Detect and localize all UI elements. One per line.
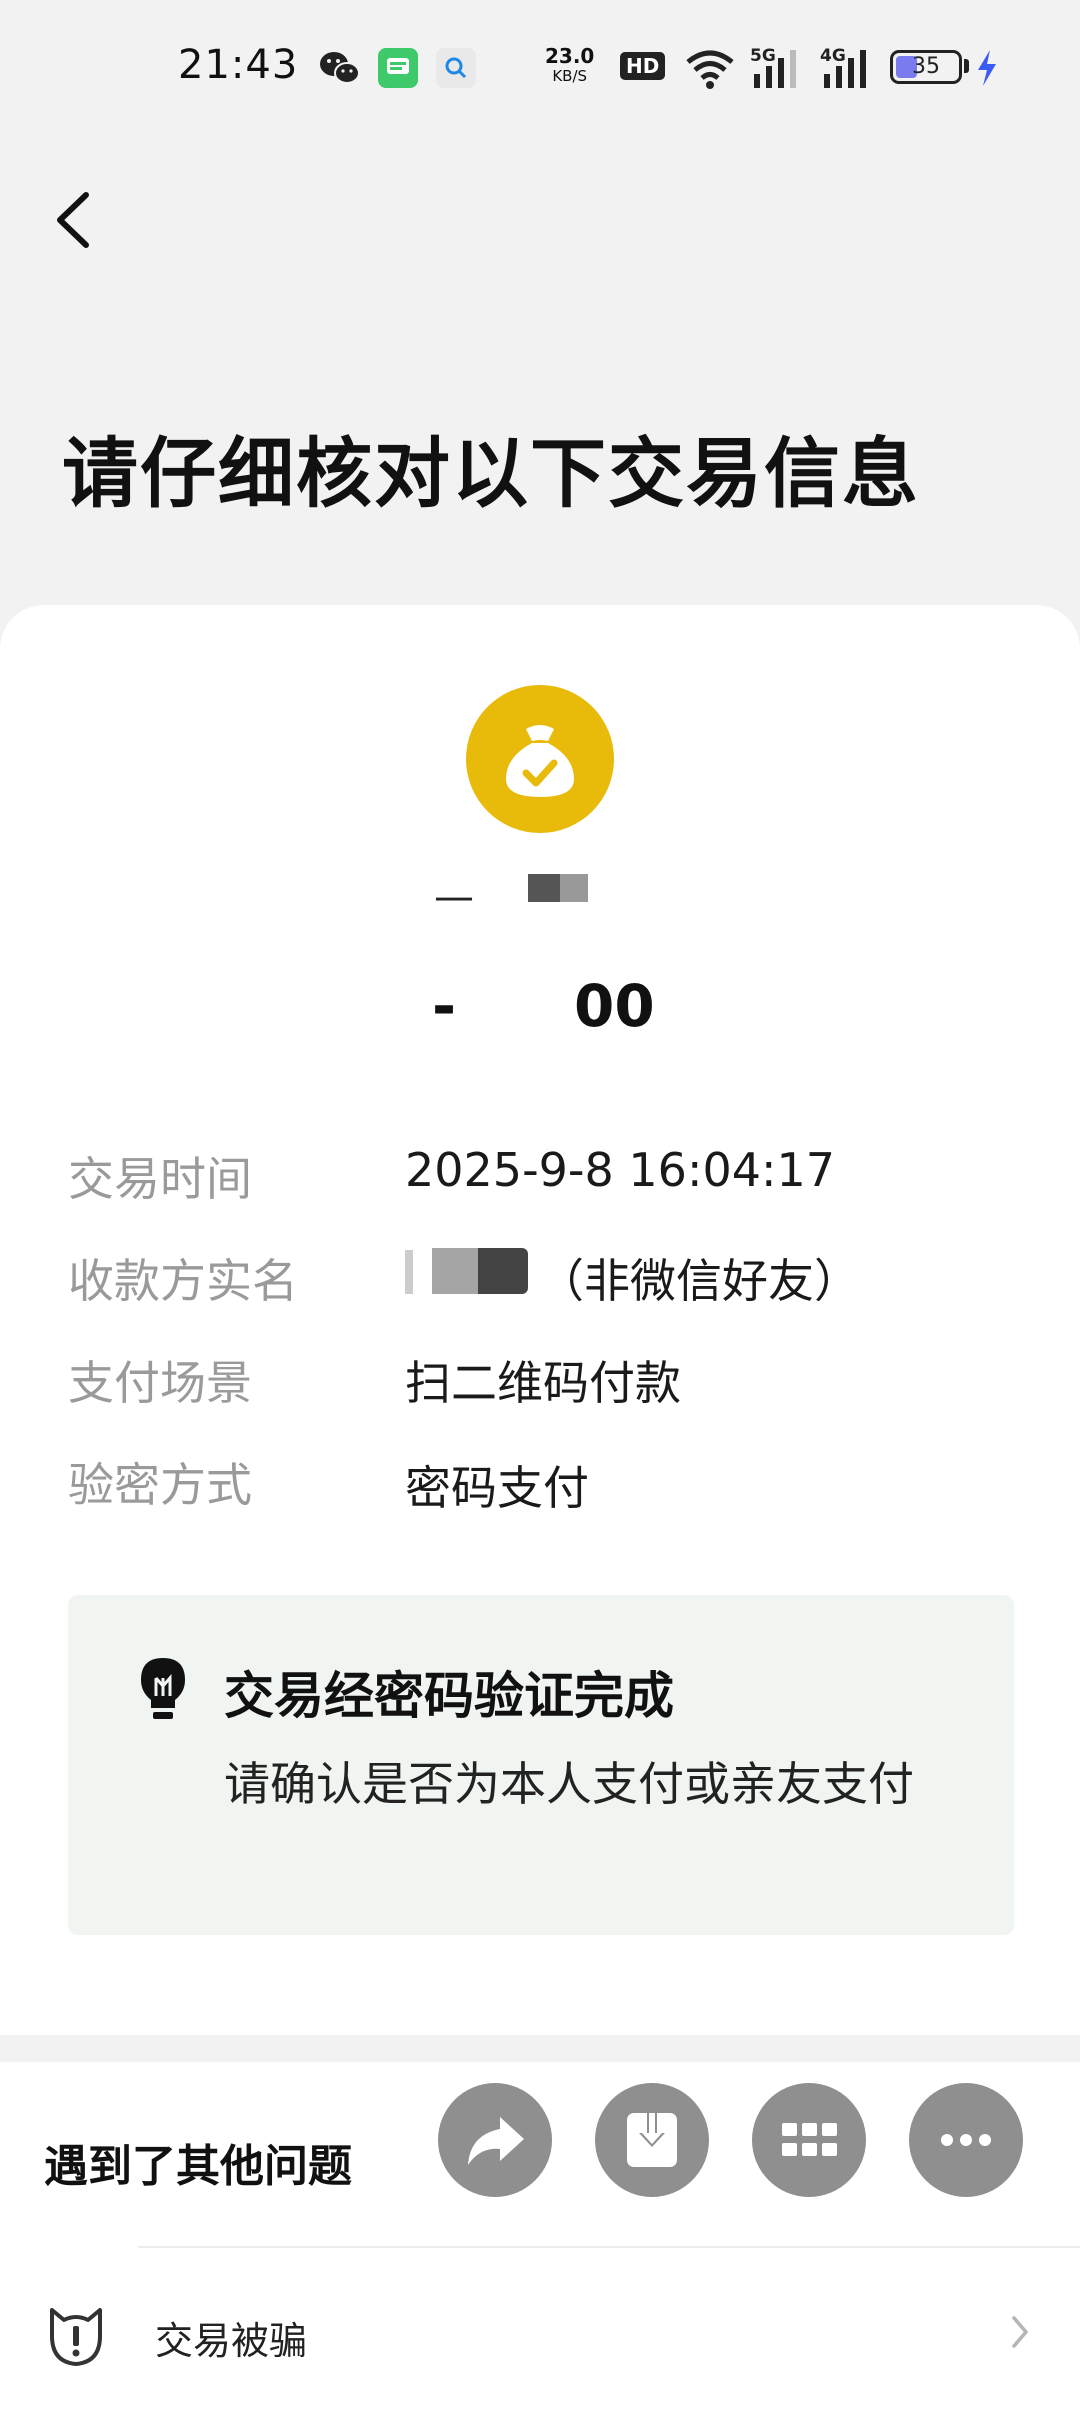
hd-badge: HD <box>620 52 666 80</box>
help-sheet-title: 遇到了其他问题 <box>44 2141 352 2192</box>
money-bag-icon <box>466 685 614 833</box>
page-title: 请仔细核对以下交易信息 <box>62 429 920 518</box>
alert-shield-icon <box>50 2308 102 2366</box>
info-label-scene: 支付场景 <box>68 1356 252 1410</box>
signal-5g-icon: 5G <box>750 46 804 90</box>
info-label-time: 交易时间 <box>68 1152 252 1206</box>
redacted-name <box>405 1250 413 1294</box>
wechat-icon <box>320 52 360 84</box>
chevron-left-icon <box>57 192 89 248</box>
back-button[interactable] <box>48 185 108 255</box>
divider <box>138 2246 1080 2248</box>
info-value-time: 2025-9-8 16:04:17 <box>405 1143 836 1197</box>
notice-text: 请确认是否为本人支付或亲友支付 <box>224 1757 914 1811</box>
apps-grid-icon <box>782 2123 837 2156</box>
redacted-name-block <box>432 1248 478 1294</box>
more-button[interactable] <box>909 2083 1023 2197</box>
share-button[interactable] <box>438 2083 552 2197</box>
battery-icon: 35 <box>890 50 962 84</box>
info-value-verify: 密码支付 <box>405 1461 589 1515</box>
lightbulb-icon <box>141 1658 185 1719</box>
payee-name: — <box>430 862 670 922</box>
wifi-icon <box>686 50 734 89</box>
messages-icon <box>378 48 418 88</box>
signal-4g-icon: 4G <box>820 46 874 90</box>
more-icon <box>941 2134 991 2146</box>
fraud-report-label: 交易被骗 <box>155 2319 308 2363</box>
battery-level: 35 <box>912 54 940 79</box>
battery-tip <box>964 59 969 73</box>
chevron-right-icon <box>1012 2316 1028 2348</box>
apps-grid-button[interactable] <box>752 2083 866 2197</box>
info-label-payee: 收款方实名 <box>68 1254 298 1308</box>
search-app-icon <box>436 48 476 88</box>
download-icon <box>627 2109 677 2167</box>
info-value-payee-note: （非微信好友） <box>538 1254 860 1308</box>
download-button[interactable] <box>595 2083 709 2197</box>
redacted-name-block-dark <box>478 1248 528 1294</box>
charging-icon <box>978 50 996 86</box>
status-time: 21:43 <box>178 42 299 88</box>
info-value-scene: 扫二维码付款 <box>405 1356 681 1410</box>
share-icon <box>468 2117 524 2165</box>
status-bar: 21:43 23.0 KB/S HD 5G 4G 35 <box>0 0 1080 140</box>
network-speed: 23.0 KB/S <box>545 44 595 85</box>
info-label-verify: 验密方式 <box>68 1458 252 1512</box>
notice-title: 交易经密码验证完成 <box>224 1667 674 1725</box>
